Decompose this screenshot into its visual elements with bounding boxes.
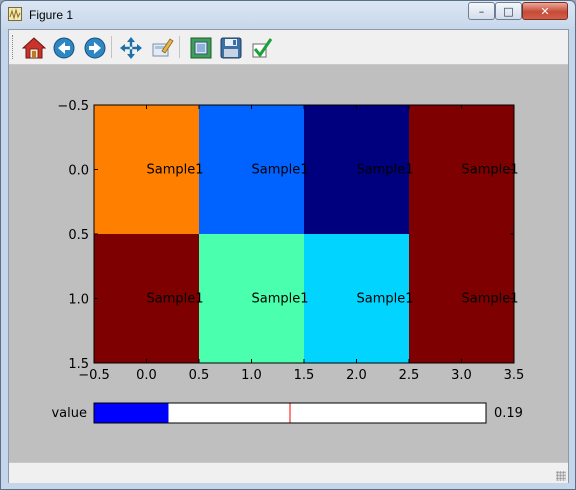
- heatmap-axes[interactable]: Sample1 Sample1 Sample1 Sample1 Sample1 Sampl…: [57, 99, 524, 383]
- x-tick-label: 3.5: [504, 368, 525, 383]
- window-title: Figure 1: [29, 8, 74, 22]
- minimize-button[interactable]: –: [468, 2, 495, 20]
- maximize-button[interactable]: □: [495, 2, 522, 20]
- cell-label: Sample1: [357, 163, 414, 178]
- x-tick-label: 1.0: [241, 368, 262, 383]
- slider-label: value: [51, 406, 87, 421]
- slider-value-text: 0.19: [494, 406, 523, 421]
- y-tick-label: 0.0: [68, 164, 89, 179]
- figure-window: Figure 1 – □ ✕ Sample1 Sample1 Sample1 S…: [0, 0, 576, 490]
- y-tick-label: 0.5: [68, 228, 89, 243]
- title-bar[interactable]: Figure 1 – □ ✕: [1, 1, 575, 29]
- x-tick-label: 2.0: [346, 368, 367, 383]
- close-button[interactable]: ✕: [522, 2, 568, 20]
- cell-label: Sample1: [252, 292, 309, 307]
- cell-label: Sample1: [357, 292, 414, 307]
- y-tick-label: 1.0: [68, 293, 89, 308]
- cell-label: Sample1: [147, 292, 204, 307]
- cell-label: Sample1: [147, 163, 204, 178]
- status-bar: [9, 462, 568, 483]
- x-tick-label: 2.5: [399, 368, 420, 383]
- resize-grip[interactable]: [556, 471, 566, 481]
- figure-client-area: Sample1 Sample1 Sample1 Sample1 Sample1 Sampl…: [8, 29, 569, 483]
- slider-fill[interactable]: [94, 403, 169, 423]
- x-tick-label: 0.0: [136, 368, 157, 383]
- value-slider[interactable]: value 0.19: [51, 402, 523, 424]
- x-tick-label: 3.0: [451, 368, 472, 383]
- cell-label: Sample1: [462, 163, 519, 178]
- x-tick-label: 0.5: [189, 368, 210, 383]
- cell-label: Sample1: [462, 292, 519, 307]
- figure-app-icon: [8, 7, 22, 21]
- figure-canvas[interactable]: Sample1 Sample1 Sample1 Sample1 Sample1 Sampl…: [9, 30, 568, 462]
- x-tick-label: 1.5: [294, 368, 315, 383]
- y-tick-label: −0.5: [57, 99, 89, 114]
- cell-label: Sample1: [252, 163, 309, 178]
- y-tick-label: 1.5: [68, 357, 89, 372]
